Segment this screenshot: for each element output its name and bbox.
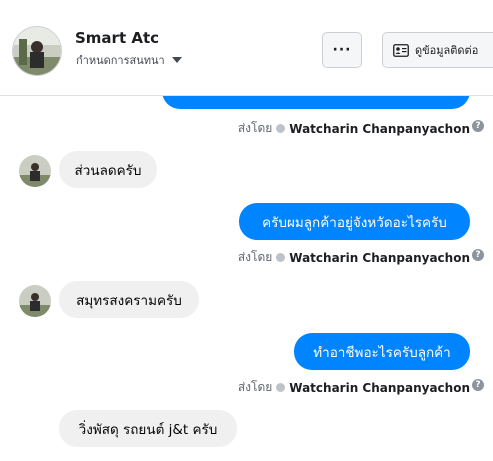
message-text: สมุทรสงครามครับ bbox=[76, 292, 182, 309]
help-icon[interactable]: ? bbox=[472, 249, 484, 261]
message-bubble-incoming[interactable]: สมุทรสงครามครับ bbox=[59, 281, 199, 318]
message-text: ทำอาชีพอะไรครับลูกค้า bbox=[313, 344, 451, 361]
sender-name: Watcharin Chanpanyachon bbox=[289, 380, 470, 395]
help-icon[interactable]: ? bbox=[472, 379, 484, 391]
sender-name: Watcharin Chanpanyachon bbox=[289, 121, 470, 136]
message-text: ครับผมลูกค้าอยู่จังหวัดอะไรครับ bbox=[262, 214, 447, 231]
sent-by-label: ส่งโดย bbox=[237, 250, 273, 264]
more-dots-icon: ··· bbox=[332, 42, 352, 58]
conversation-settings-label: กำหนดการสนทนา bbox=[76, 54, 165, 67]
message-bubble-incoming[interactable]: วิ่งพัสดุ รถยนต์ j&t ครับ bbox=[59, 410, 237, 447]
verified-icon bbox=[276, 383, 286, 392]
message-bubble-outgoing[interactable]: ทำอาชีพอะไรครับลูกค้า bbox=[294, 333, 470, 370]
help-icon[interactable]: ? bbox=[472, 120, 484, 132]
verified-icon bbox=[276, 253, 286, 262]
verified-icon bbox=[276, 124, 286, 133]
view-contact-label: ดูข้อมูลติดต่อ bbox=[415, 44, 479, 57]
message-bubble-incoming[interactable]: ส่วนลดครับ bbox=[59, 151, 157, 188]
view-contact-button[interactable]: ดูข้อมูลติดต่อ bbox=[382, 32, 493, 68]
contact-name: Smart Atc bbox=[75, 29, 160, 47]
contact-avatar-small bbox=[19, 285, 51, 317]
conversation-header: Smart Atc กำหนดการสนทนา ··· ดูข้อมูลติดต… bbox=[0, 0, 493, 96]
sent-by-label: ส่งโดย bbox=[237, 380, 273, 394]
sent-by-line: ส่งโดย Watcharin Chanpanyachon bbox=[238, 248, 470, 267]
more-options-button[interactable]: ··· bbox=[322, 32, 362, 68]
sent-by-line: ส่งโดย Watcharin Chanpanyachon bbox=[238, 119, 470, 138]
contact-card-icon bbox=[393, 43, 409, 57]
sent-by-label: ส่งโดย bbox=[237, 121, 273, 135]
contact-avatar-small bbox=[19, 155, 51, 187]
caret-down-icon bbox=[171, 57, 182, 63]
message-text: วิ่งพัสดุ รถยนต์ j&t ครับ bbox=[78, 421, 218, 438]
sent-by-line: ส่งโดย Watcharin Chanpanyachon bbox=[238, 378, 470, 397]
sender-name: Watcharin Chanpanyachon bbox=[289, 250, 470, 265]
message-bubble-outgoing[interactable]: ครับผมลูกค้าอยู่จังหวัดอะไรครับ bbox=[239, 203, 470, 240]
contact-avatar[interactable] bbox=[12, 26, 62, 76]
message-text: ส่วนลดครับ bbox=[74, 162, 142, 179]
conversation-settings[interactable]: กำหนดการสนทนา bbox=[76, 51, 182, 69]
